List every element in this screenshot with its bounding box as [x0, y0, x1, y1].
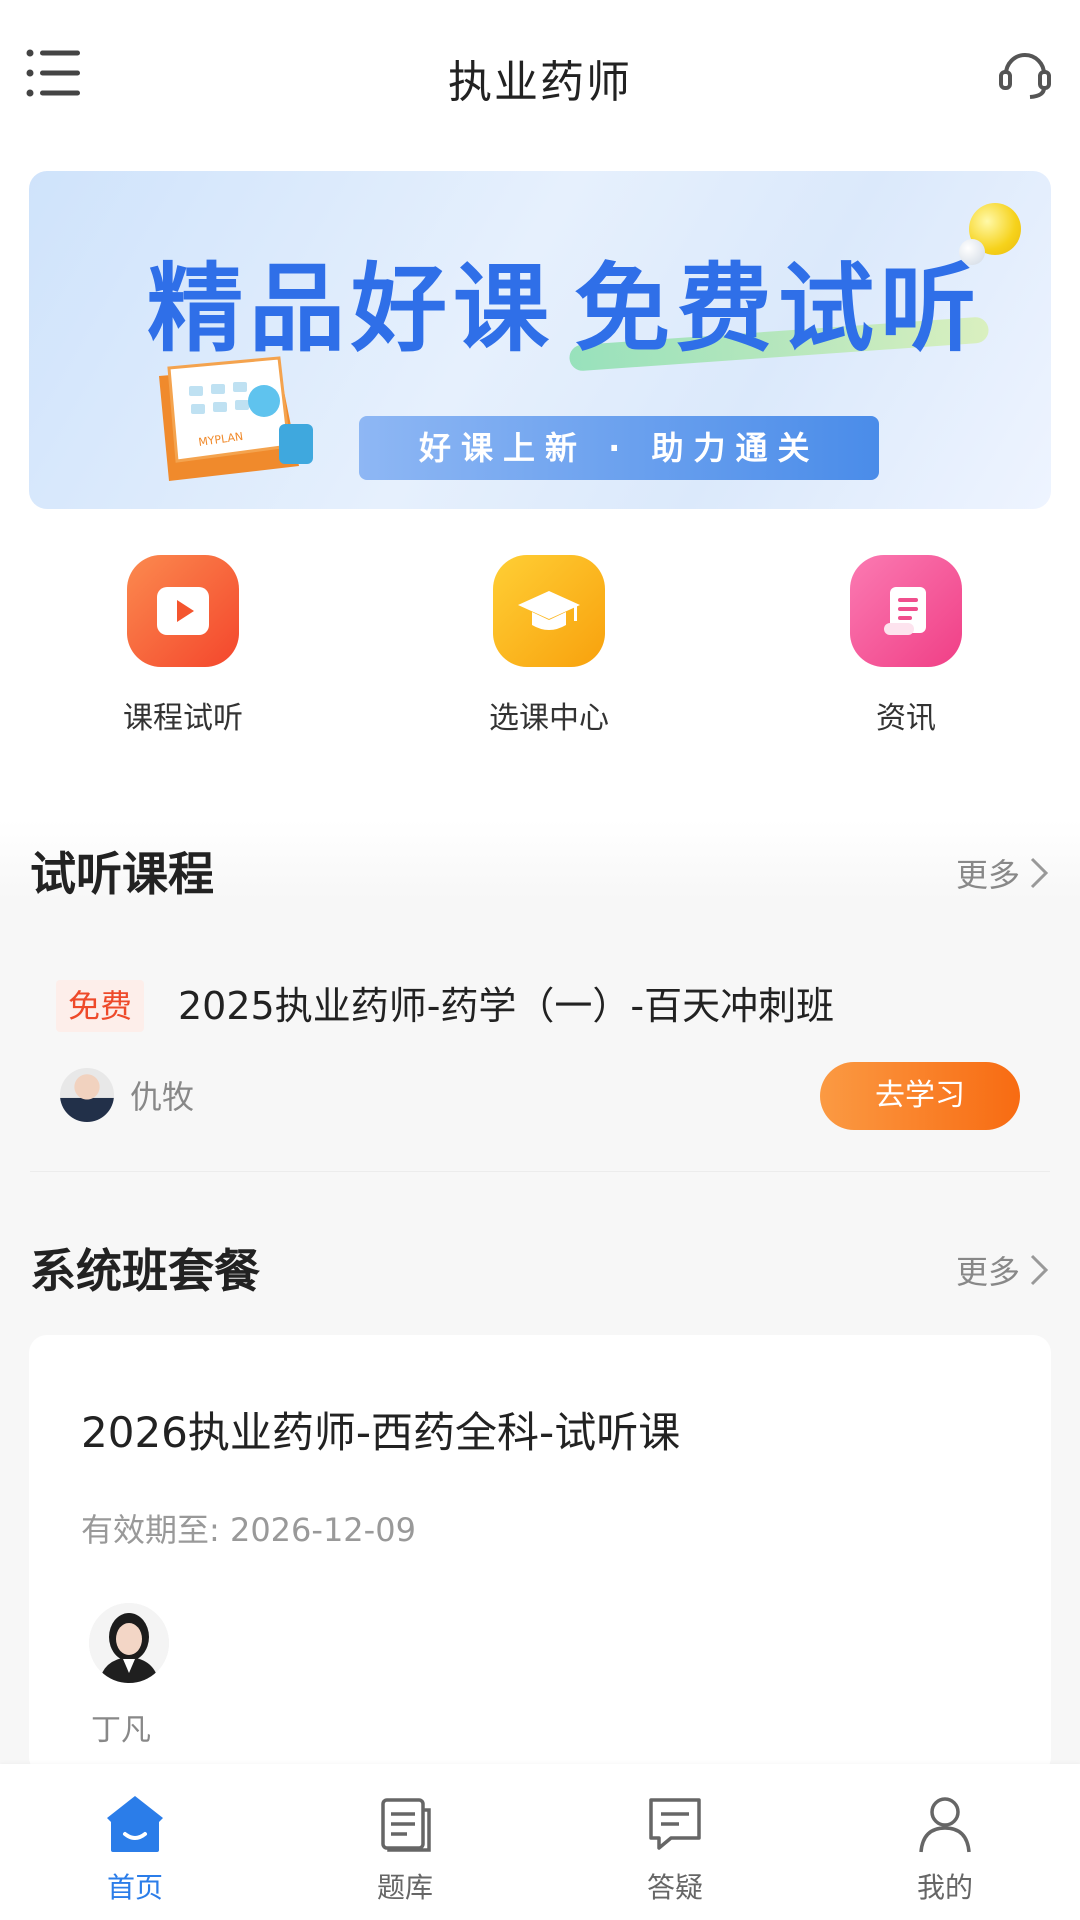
- section-title: 系统班套餐: [30, 1244, 260, 1298]
- question-bank-icon: [373, 1792, 437, 1856]
- quick-entry-news[interactable]: 资讯: [806, 555, 1006, 737]
- course-title: 2025执业药师-药学（一）-百天冲刺班: [178, 984, 835, 1028]
- scroll-icon: [850, 555, 962, 667]
- tab-label: 答疑: [646, 1871, 703, 1904]
- home-icon: [103, 1792, 167, 1856]
- tab-home[interactable]: 首页: [0, 1764, 270, 1920]
- qa-chat-icon: [643, 1792, 707, 1856]
- tab-label: 我的: [916, 1871, 973, 1904]
- quick-entries: 课程试听 选课中心 资讯: [0, 555, 1080, 755]
- calendar-illustration-icon: MYPLAN: [129, 346, 329, 496]
- page-title: 执业药师: [448, 57, 632, 108]
- package-title: 2026执业药师-西药全科-试听课: [81, 1408, 681, 1457]
- promo-banner[interactable]: 精品好课 免费试听 好课上新 · 助力通关 MYPLAN: [29, 171, 1051, 509]
- user-icon: [913, 1792, 977, 1856]
- section-title: 试听课程: [30, 847, 214, 901]
- quick-entry-course-center[interactable]: 选课中心: [449, 555, 649, 737]
- trial-section-header: 试听课程 更多: [30, 838, 1050, 901]
- quick-entry-course-trial[interactable]: 课程试听: [83, 555, 283, 737]
- tab-label: 首页: [106, 1871, 163, 1904]
- tab-question-bank[interactable]: 题库: [270, 1764, 540, 1920]
- quick-entry-label: 资讯: [876, 701, 936, 736]
- package-section-header: 系统班套餐 更多: [30, 1235, 1050, 1298]
- more-link[interactable]: 更多: [956, 1247, 1050, 1293]
- free-badge: 免费: [56, 980, 145, 1032]
- graduation-cap-icon: [493, 555, 605, 667]
- start-study-button[interactable]: 去学习: [820, 1062, 1020, 1130]
- teacher-avatar: [60, 1068, 114, 1122]
- quick-entry-label: 选课中心: [489, 701, 609, 736]
- teacher-name: 丁凡: [91, 1713, 151, 1748]
- trial-course-item[interactable]: 免费 2025执业药师-药学（一）-百天冲刺班 仇牧 去学习: [30, 950, 1050, 1172]
- teacher-avatar: [89, 1603, 169, 1683]
- quick-entry-label: 课程试听: [123, 701, 243, 736]
- banner-ball-decoration-small: [959, 239, 985, 265]
- app-header: 执业药师: [0, 0, 1080, 150]
- tab-label: 题库: [376, 1871, 433, 1904]
- chevron-right-icon: [1030, 1254, 1049, 1286]
- banner-headline-right: 免费试听: [574, 253, 982, 365]
- valid-until: 有效期至: 2026-12-09: [81, 1511, 416, 1549]
- bottom-tab-bar: 首页 题库 答疑 我的: [0, 1764, 1080, 1920]
- banner-subtitle: 好课上新 · 助力通关: [359, 416, 879, 480]
- more-label: 更多: [955, 856, 1020, 894]
- more-label: 更多: [955, 1253, 1020, 1291]
- tab-mine[interactable]: 我的: [810, 1764, 1080, 1920]
- headset-icon[interactable]: [996, 44, 1054, 102]
- more-link[interactable]: 更多: [956, 850, 1050, 896]
- teacher-name: 仇牧: [130, 1078, 195, 1116]
- tab-qa[interactable]: 答疑: [540, 1764, 810, 1920]
- package-card[interactable]: 2026执业药师-西药全科-试听课 有效期至: 2026-12-09 丁凡: [29, 1335, 1051, 1775]
- chevron-right-icon: [1030, 857, 1049, 889]
- play-icon: [127, 555, 239, 667]
